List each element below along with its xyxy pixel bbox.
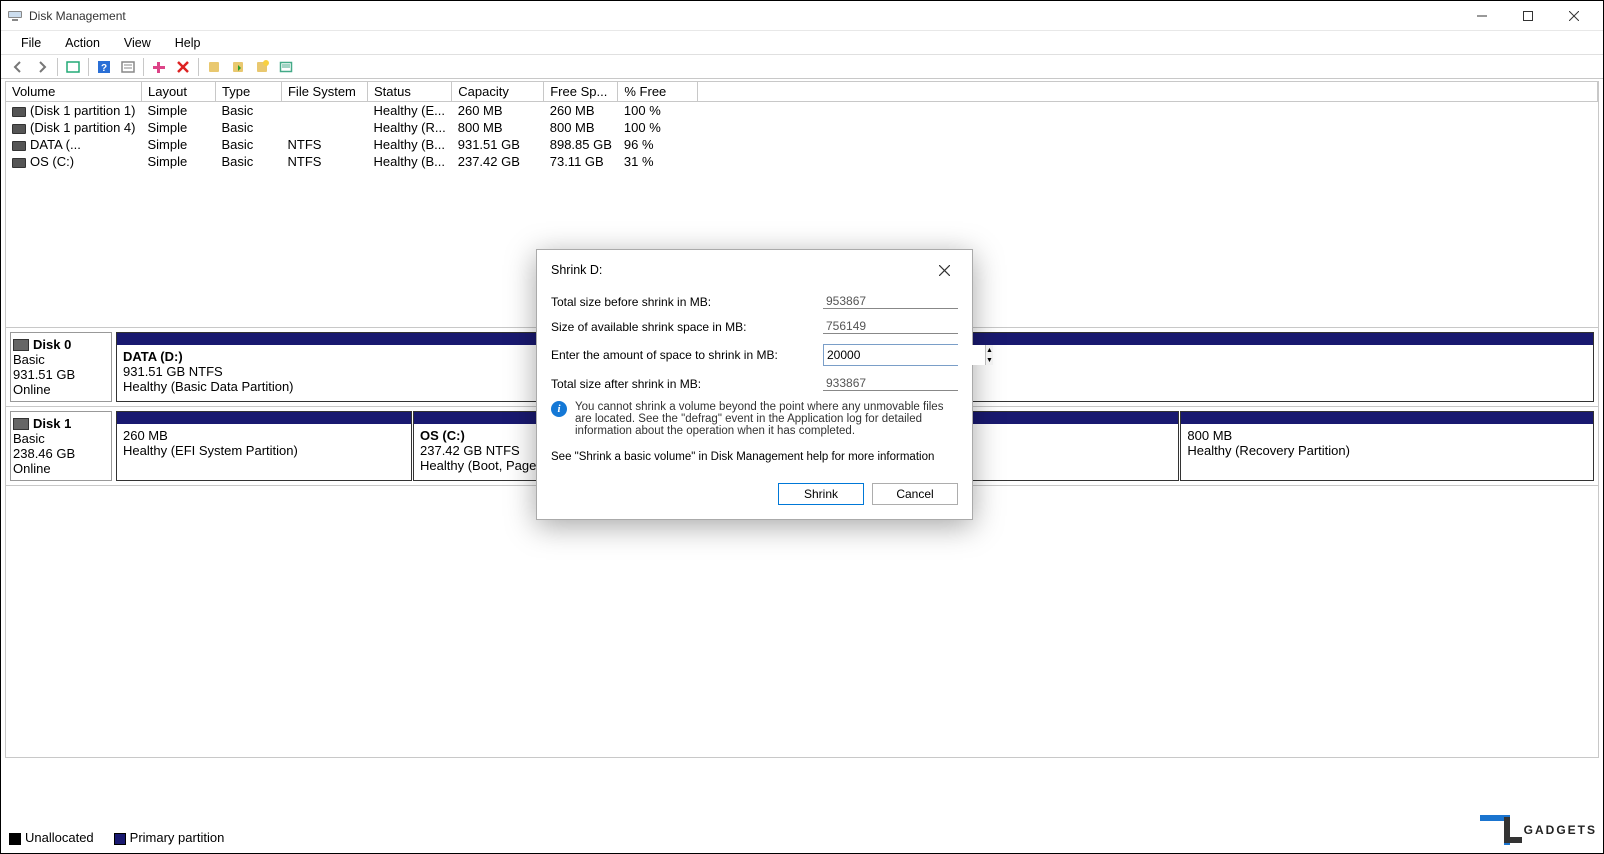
dialog-info-text: You cannot shrink a volume beyond the po…: [575, 401, 958, 437]
dialog-close-button[interactable]: [930, 260, 958, 280]
modal-overlay: Shrink D: Total size before shrink in MB…: [1, 1, 1603, 853]
label-available: Size of available shrink space in MB:: [551, 320, 815, 334]
cancel-button[interactable]: Cancel: [872, 483, 958, 505]
shrink-amount-spinner[interactable]: ▲ ▼: [823, 344, 958, 366]
label-total-after: Total size after shrink in MB:: [551, 377, 815, 391]
dialog-title: Shrink D:: [551, 263, 930, 277]
value-total-after: 933867: [823, 376, 958, 391]
shrink-amount-input[interactable]: [824, 345, 985, 365]
info-icon: i: [551, 401, 567, 417]
spin-down-button[interactable]: ▼: [986, 355, 993, 365]
shrink-button[interactable]: Shrink: [778, 483, 864, 505]
value-available: 756149: [823, 319, 958, 334]
dialog-help-text: See "Shrink a basic volume" in Disk Mana…: [551, 451, 958, 463]
spin-up-button[interactable]: ▲: [986, 345, 993, 355]
value-total-before: 953867: [823, 294, 958, 309]
shrink-dialog: Shrink D: Total size before shrink in MB…: [536, 249, 973, 520]
label-total-before: Total size before shrink in MB:: [551, 295, 815, 309]
label-enter-amount: Enter the amount of space to shrink in M…: [551, 348, 815, 362]
dialog-titlebar: Shrink D:: [537, 250, 972, 288]
